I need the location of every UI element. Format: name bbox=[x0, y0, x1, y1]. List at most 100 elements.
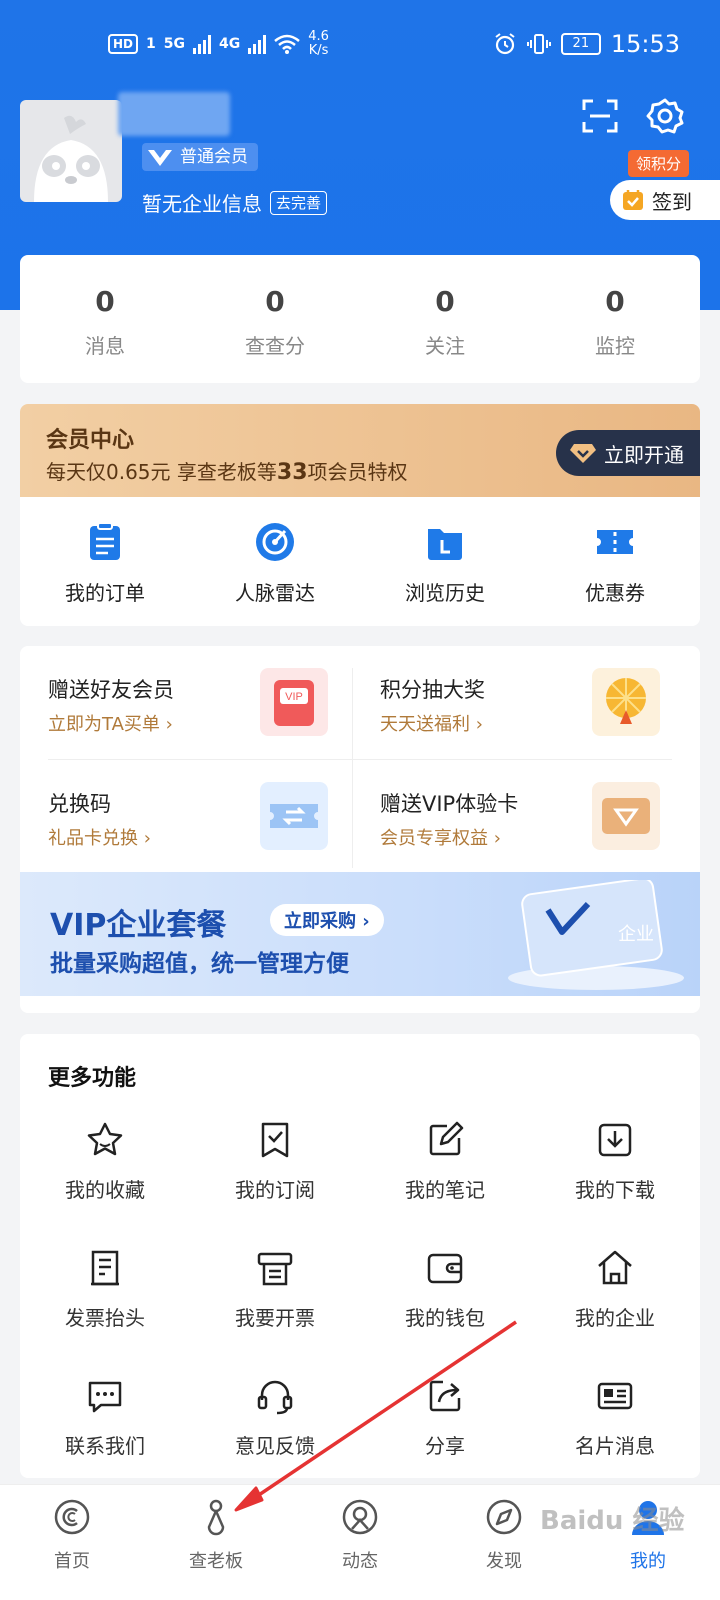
buy-now-button[interactable]: 立即采购 › bbox=[270, 904, 384, 936]
stat-score[interactable]: 0 查查分 bbox=[190, 255, 360, 383]
gift-subtitle: 礼品卡兑换 › bbox=[48, 828, 151, 849]
quick-radar[interactable]: 人脉雷达 bbox=[190, 521, 360, 606]
invoice-title-icon bbox=[91, 1250, 119, 1286]
status-bar: HD 1 5G 4G 4.6 K/s 21 15:53 bbox=[0, 22, 720, 68]
star-icon bbox=[87, 1122, 123, 1156]
avatar[interactable] bbox=[20, 100, 122, 202]
net-speed-unit: K/s bbox=[308, 43, 329, 58]
more-wallet[interactable]: 我的钱包 bbox=[360, 1248, 530, 1376]
note-icon bbox=[429, 1121, 464, 1156]
stat-monitor[interactable]: 0 监控 bbox=[530, 255, 700, 383]
order-icon bbox=[90, 522, 120, 560]
more-label: 我的企业 bbox=[575, 1306, 655, 1330]
vip-banner[interactable]: 会员中心 每天仅0.65元 享查老板等33项会员特权 立即开通 bbox=[20, 404, 700, 497]
quick-my-orders[interactable]: 我的订单 bbox=[20, 521, 190, 606]
more-label: 我的笔记 bbox=[405, 1178, 485, 1202]
battery-indicator: 21 bbox=[560, 33, 601, 55]
vip-package-banner[interactable]: VIP企业套餐 立即采购 › 批量采购超值，统一管理方便 企业 bbox=[20, 872, 700, 996]
compass-icon bbox=[486, 1499, 522, 1535]
net-speed: 4.6 K/s bbox=[308, 30, 329, 58]
signal-icon bbox=[193, 34, 211, 54]
baidu-watermark: Baidu 经验 bbox=[540, 1506, 685, 1536]
gift-lottery[interactable]: 积分抽大奖 天天送福利 › bbox=[352, 646, 682, 759]
enterprise-card-label: 企业 bbox=[618, 924, 654, 944]
more-invoice-title[interactable]: 发票抬头 bbox=[20, 1248, 190, 1376]
quick-label: 优惠券 bbox=[585, 581, 645, 605]
calendar-check-icon bbox=[623, 190, 643, 210]
gift-subtitle: 会员专享权益 › bbox=[380, 828, 501, 849]
status-right: 21 15:53 bbox=[493, 30, 680, 58]
more-my-company[interactable]: 我的企业 bbox=[530, 1248, 700, 1376]
more-issue-invoice[interactable]: 我要开票 bbox=[190, 1248, 360, 1376]
stat-value: 0 bbox=[265, 285, 285, 318]
vip-card-icon bbox=[592, 782, 660, 850]
penguin-avatar-icon bbox=[34, 115, 108, 202]
network-5g-label: 5G bbox=[163, 36, 185, 52]
more-functions-title: 更多功能 bbox=[48, 1066, 137, 1091]
more-label: 分享 bbox=[425, 1434, 465, 1458]
vip-center-card: 会员中心 每天仅0.65元 享查老板等33项会员特权 立即开通 我的订单 人脉雷… bbox=[20, 404, 700, 626]
status-left: HD 1 5G 4G 4.6 K/s bbox=[108, 30, 329, 58]
gift-title: 积分抽大奖 bbox=[380, 678, 485, 702]
stat-label: 监控 bbox=[595, 334, 635, 358]
points-tag[interactable]: 领积分 bbox=[628, 150, 690, 177]
complete-info-button[interactable]: 去完善 bbox=[270, 190, 328, 215]
home-icon bbox=[54, 1499, 90, 1535]
more-label: 意见反馈 bbox=[235, 1434, 315, 1458]
tab-label: 查老板 bbox=[189, 1551, 243, 1572]
gift-friend-vip[interactable]: 赠送好友会员 立即为TA买单 › VIP bbox=[20, 646, 350, 759]
wallet-icon bbox=[427, 1253, 463, 1284]
redeem-ticket-icon bbox=[260, 782, 328, 850]
more-favorites[interactable]: 我的收藏 bbox=[20, 1120, 190, 1248]
gift-title: 兑换码 bbox=[48, 792, 111, 816]
vip-subtitle-suffix: 项会员特权 bbox=[307, 460, 408, 484]
stat-label: 关注 bbox=[425, 334, 465, 358]
company-icon bbox=[598, 1250, 632, 1285]
gift-vip-trial-card[interactable]: 赠送VIP体验卡 会员专享权益 › bbox=[352, 760, 682, 873]
gift-subtitle: 天天送福利 › bbox=[380, 714, 483, 735]
more-label: 联系我们 bbox=[65, 1434, 145, 1458]
member-level-label: 普通会员 bbox=[180, 147, 248, 167]
more-row: 发票抬头 我要开票 我的钱包 我的企业 bbox=[20, 1248, 700, 1376]
vip-gift-icon: VIP bbox=[260, 668, 328, 736]
stat-label: 消息 bbox=[85, 334, 125, 358]
download-icon bbox=[598, 1123, 632, 1157]
member-level-badge[interactable]: 普通会员 bbox=[142, 143, 258, 171]
tab-boss[interactable]: 查老板 bbox=[144, 1485, 288, 1600]
more-functions-grid: 我的收藏 我的订阅 我的笔记 我的下载 发票抬头 我要开票 我的钱包 我的企业 … bbox=[20, 1120, 700, 1504]
history-icon bbox=[428, 529, 462, 560]
more-label: 名片消息 bbox=[575, 1434, 655, 1458]
vip-subtitle-count: 33 bbox=[276, 460, 308, 485]
network-4g-label: 4G bbox=[219, 36, 241, 52]
boss-icon bbox=[207, 1499, 225, 1536]
coupon-icon bbox=[597, 530, 633, 554]
more-downloads[interactable]: 我的下载 bbox=[530, 1120, 700, 1248]
scan-icon[interactable] bbox=[582, 98, 618, 134]
gift-redeem-code[interactable]: 兑换码 礼品卡兑换 › bbox=[20, 760, 350, 873]
quick-history[interactable]: 浏览历史 bbox=[360, 521, 530, 606]
share-icon bbox=[429, 1380, 461, 1412]
more-label: 我的钱包 bbox=[405, 1306, 485, 1330]
tab-label: 我的 bbox=[630, 1551, 666, 1572]
quick-coupons[interactable]: 优惠券 bbox=[530, 521, 700, 606]
diamond-v-icon bbox=[148, 150, 172, 166]
tab-label: 首页 bbox=[54, 1551, 90, 1572]
vip-subtitle-prefix: 每天仅0.65元 享查老板等 bbox=[46, 460, 277, 484]
invoice-icon bbox=[257, 1252, 293, 1286]
more-label: 我的收藏 bbox=[65, 1178, 145, 1202]
checkin-button[interactable]: 签到 bbox=[610, 180, 720, 220]
more-subscriptions[interactable]: 我的订阅 bbox=[190, 1120, 360, 1248]
tab-feed[interactable]: 动态 bbox=[288, 1485, 432, 1600]
stat-follow[interactable]: 0 关注 bbox=[360, 255, 530, 383]
tab-home[interactable]: 首页 bbox=[0, 1485, 144, 1600]
stat-value: 0 bbox=[95, 285, 115, 318]
gear-icon[interactable] bbox=[646, 97, 684, 135]
enterprise-card-icon: 企业 bbox=[508, 880, 684, 990]
headset-icon bbox=[257, 1380, 293, 1415]
radar-icon bbox=[256, 523, 294, 561]
vip-package-title: VIP企业套餐 bbox=[50, 908, 227, 943]
stat-messages[interactable]: 0 消息 bbox=[20, 255, 190, 383]
more-notes[interactable]: 我的笔记 bbox=[360, 1120, 530, 1248]
open-vip-button[interactable]: 立即开通 bbox=[556, 430, 700, 476]
quick-actions: 我的订单 人脉雷达 浏览历史 优惠券 bbox=[20, 497, 700, 606]
